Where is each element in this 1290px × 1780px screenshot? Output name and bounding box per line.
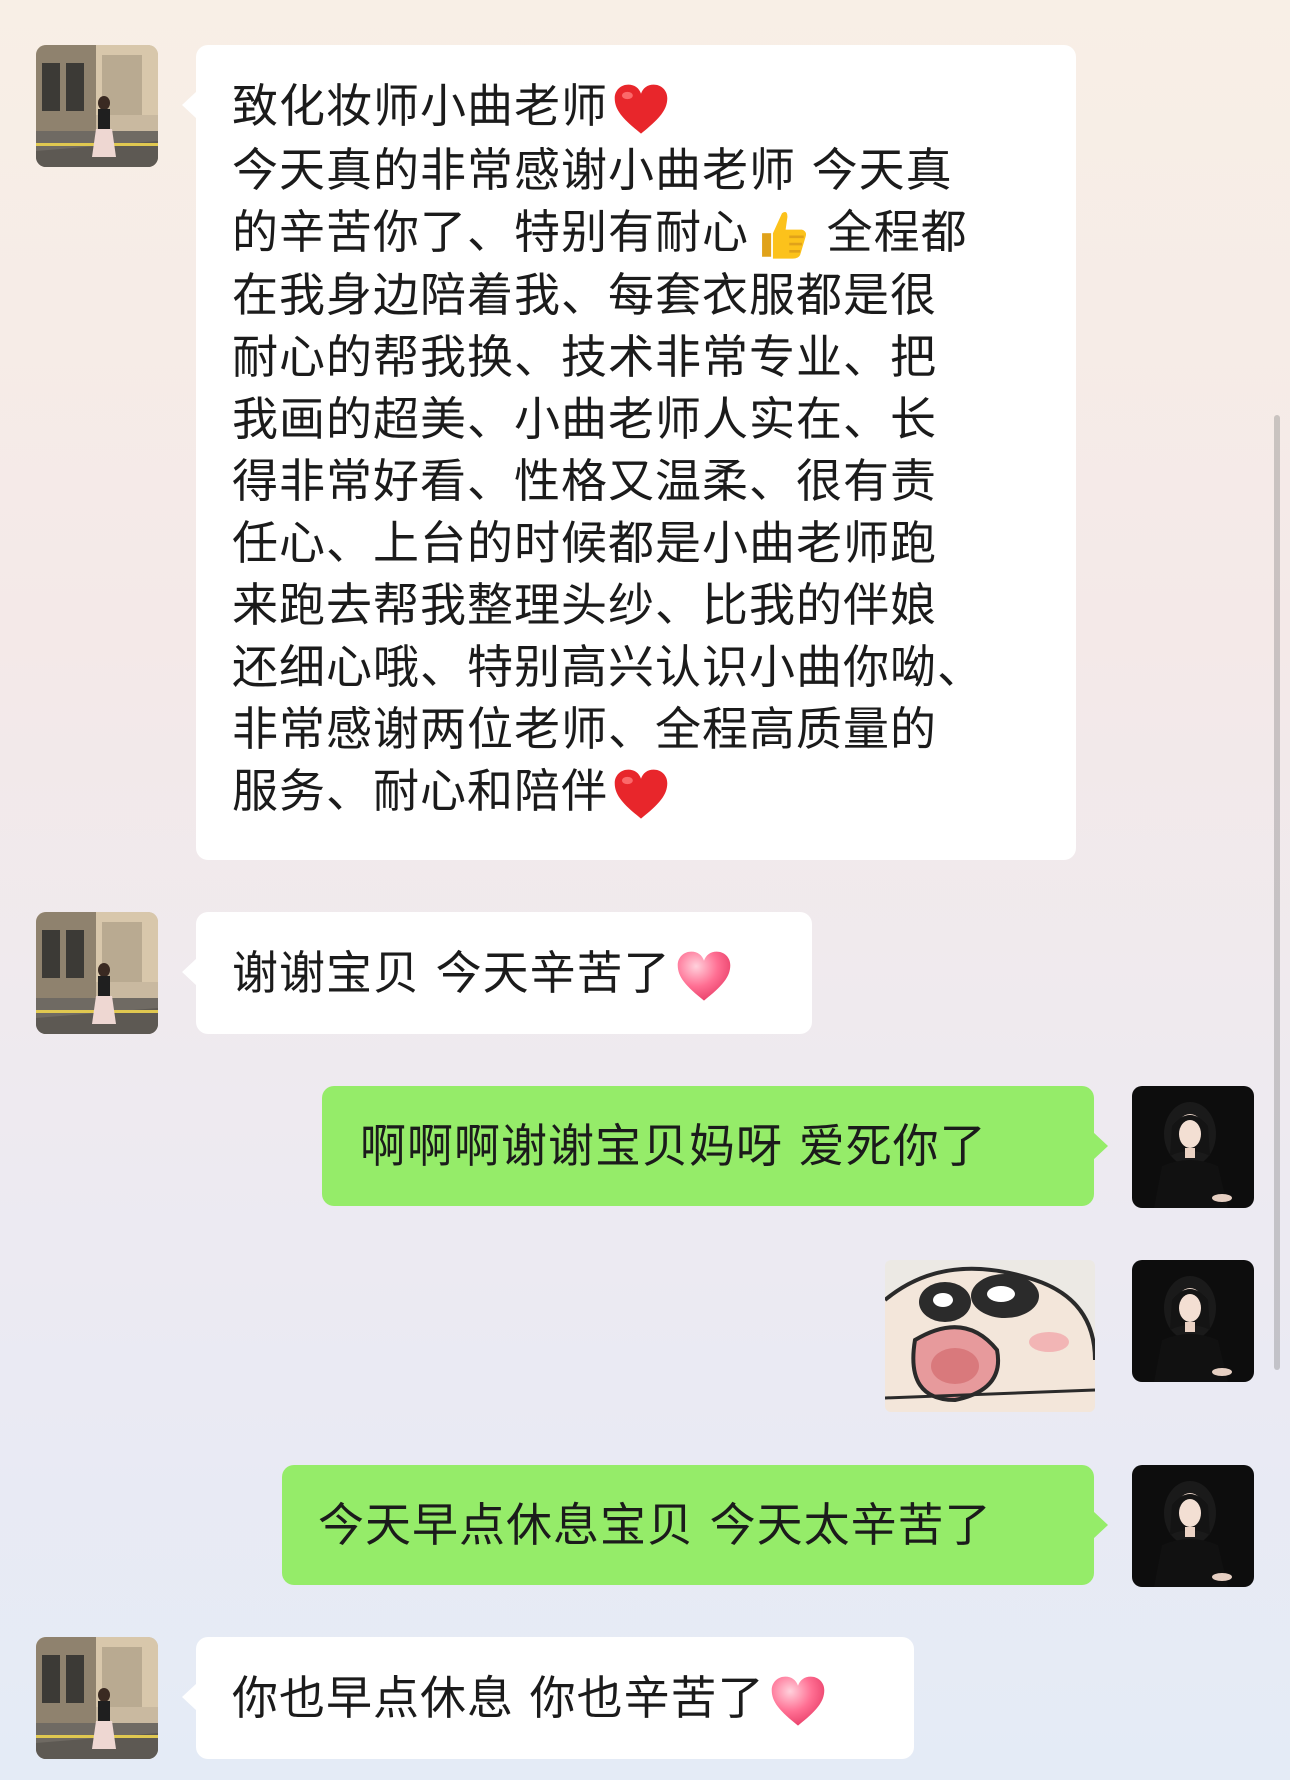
outgoing-message-bubble[interactable]: 啊啊啊谢谢宝贝妈呀 爱死你了 (322, 1086, 1108, 1206)
message-text: 啊啊啊谢谢宝贝妈呀 爱死你了 (360, 1119, 987, 1173)
contact-avatar[interactable] (36, 45, 158, 167)
my-avatar[interactable] (1132, 1465, 1254, 1587)
pink-heart-icon (769, 1673, 827, 1731)
message-line: 任心、上台的时候都是小曲老师跑 (232, 516, 937, 570)
message-line: 得非常好看、性格又温柔、很有责 (232, 454, 937, 508)
incoming-message-bubble[interactable]: 致化妆师小曲老师 今天真的非常感谢小曲老师 今天真 的辛苦你了、特别有耐心 全程… (182, 45, 1076, 860)
message-text: 今天早点休息宝贝 今天太辛苦了 (318, 1498, 992, 1552)
contact-avatar[interactable] (36, 912, 158, 1034)
message-line: 耐心的帮我换、技术非常专业、把 (232, 330, 937, 384)
outgoing-message-bubble[interactable]: 今天早点休息宝贝 今天太辛苦了 (282, 1465, 1108, 1585)
scrollbar[interactable] (1274, 415, 1280, 1370)
message-text: 你也早点休息 你也辛苦了 (232, 1667, 914, 1731)
message-line: 还细心哦、特别高兴认识小曲你呦、 (232, 640, 984, 694)
message-line: 非常感谢两位老师、全程高质量的 (232, 702, 937, 756)
sticker-image[interactable] (885, 1260, 1095, 1412)
incoming-message-bubble[interactable]: 谢谢宝贝 今天辛苦了 (182, 912, 812, 1034)
thumbs-up-icon (753, 206, 811, 264)
red-heart-icon (612, 81, 670, 139)
message-line: 服务、耐心和陪伴 (232, 760, 1076, 824)
contact-avatar[interactable] (36, 1637, 158, 1759)
message-line: 来跑去帮我整理头纱、比我的伴娘 (232, 578, 937, 632)
pink-heart-icon (675, 948, 733, 1006)
red-heart-icon (612, 766, 670, 824)
message-line: 今天真的非常感谢小曲老师 今天真 (232, 142, 953, 197)
incoming-message-bubble[interactable]: 你也早点休息 你也辛苦了 (182, 1637, 914, 1759)
message-line: 的辛苦你了、特别有耐心 全程都 (232, 201, 1076, 265)
message-line: 在我身边陪着我、每套衣服都是很 (232, 268, 937, 322)
message-text: 谢谢宝贝 今天辛苦了 (232, 942, 812, 1006)
message-line: 我画的超美、小曲老师人实在、长 (232, 392, 937, 446)
my-avatar[interactable] (1132, 1086, 1254, 1208)
message-line: 致化妆师小曲老师 (232, 75, 1076, 139)
my-avatar[interactable] (1132, 1260, 1254, 1382)
